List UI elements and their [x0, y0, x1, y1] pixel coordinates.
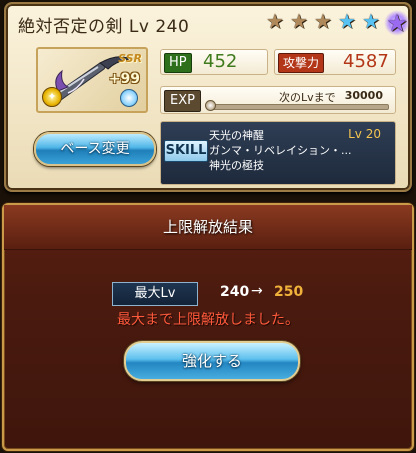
weapon-panel: 絶対否定の剣 Lv 240 ★ ★ ★ ★ ★ ★ SSR +99 ✦ ベース変…: [4, 2, 412, 192]
upgrade-button[interactable]: 強化する: [124, 341, 300, 381]
hp-value: 452: [203, 51, 238, 72]
star-icon: ★: [314, 9, 332, 33]
skill-level: Lv 20: [348, 127, 381, 141]
light-element-icon: ✦: [42, 87, 62, 107]
arrow-right-icon: →: [251, 283, 263, 299]
attack-value: 4587: [343, 51, 389, 72]
weapon-image: SSR +99 ✦: [36, 47, 148, 113]
exp-progress-bar: [209, 104, 389, 110]
star-icon: ★: [362, 9, 380, 33]
skill-panel: SKILL 天光の神醒 Lv 20 ガンマ・リベレイション・... 神光の極技: [160, 121, 396, 185]
hp-label: HP: [164, 53, 192, 73]
hp-stat: HP 452: [160, 49, 268, 75]
star-icon: ★: [266, 9, 284, 33]
exp-next-value: 30000: [344, 89, 383, 102]
uncap-result-dialog: 上限解放結果 最大Lv 240 → 250 最大まで上限解放しました。 強化する: [2, 203, 414, 451]
base-change-button[interactable]: ベース変更: [34, 132, 156, 166]
attack-label: 攻撃力: [278, 53, 325, 73]
rarity-badge: SSR: [118, 52, 142, 65]
skill-name: 天光の神醒: [209, 129, 264, 142]
exp-stat: EXP 次のLvまで 30000: [160, 86, 396, 114]
uncap-stars: ★ ★ ★ ★ ★ ★: [264, 10, 410, 36]
skill-description-line: 神光の極技: [209, 159, 264, 172]
max-level-label: 最大Lv: [112, 282, 198, 306]
plus-value-badge: +99: [108, 71, 140, 87]
skill-label: SKILL: [164, 140, 208, 162]
transcendence-star-icon: ★: [384, 10, 410, 36]
exp-next-label: 次のLvまで: [279, 91, 336, 104]
level-after: 250: [274, 284, 304, 300]
dialog-header: 上限解放結果: [4, 205, 412, 250]
exp-label: EXP: [164, 90, 201, 112]
skill-description-line: ガンマ・リベレイション・...: [209, 144, 352, 157]
star-icon: ★: [290, 9, 308, 33]
dialog-title: 上限解放結果: [162, 218, 253, 236]
weapon-title: 絶対否定の剣 Lv 240: [18, 17, 190, 37]
attack-stat: 攻撃力 4587: [274, 49, 396, 75]
exp-progress-knob: [205, 100, 216, 111]
star-icon: ★: [338, 9, 356, 33]
skill-type-icon: [120, 89, 138, 107]
level-before: 240: [220, 284, 250, 300]
result-message: 最大まで上限解放しました。: [117, 312, 299, 328]
